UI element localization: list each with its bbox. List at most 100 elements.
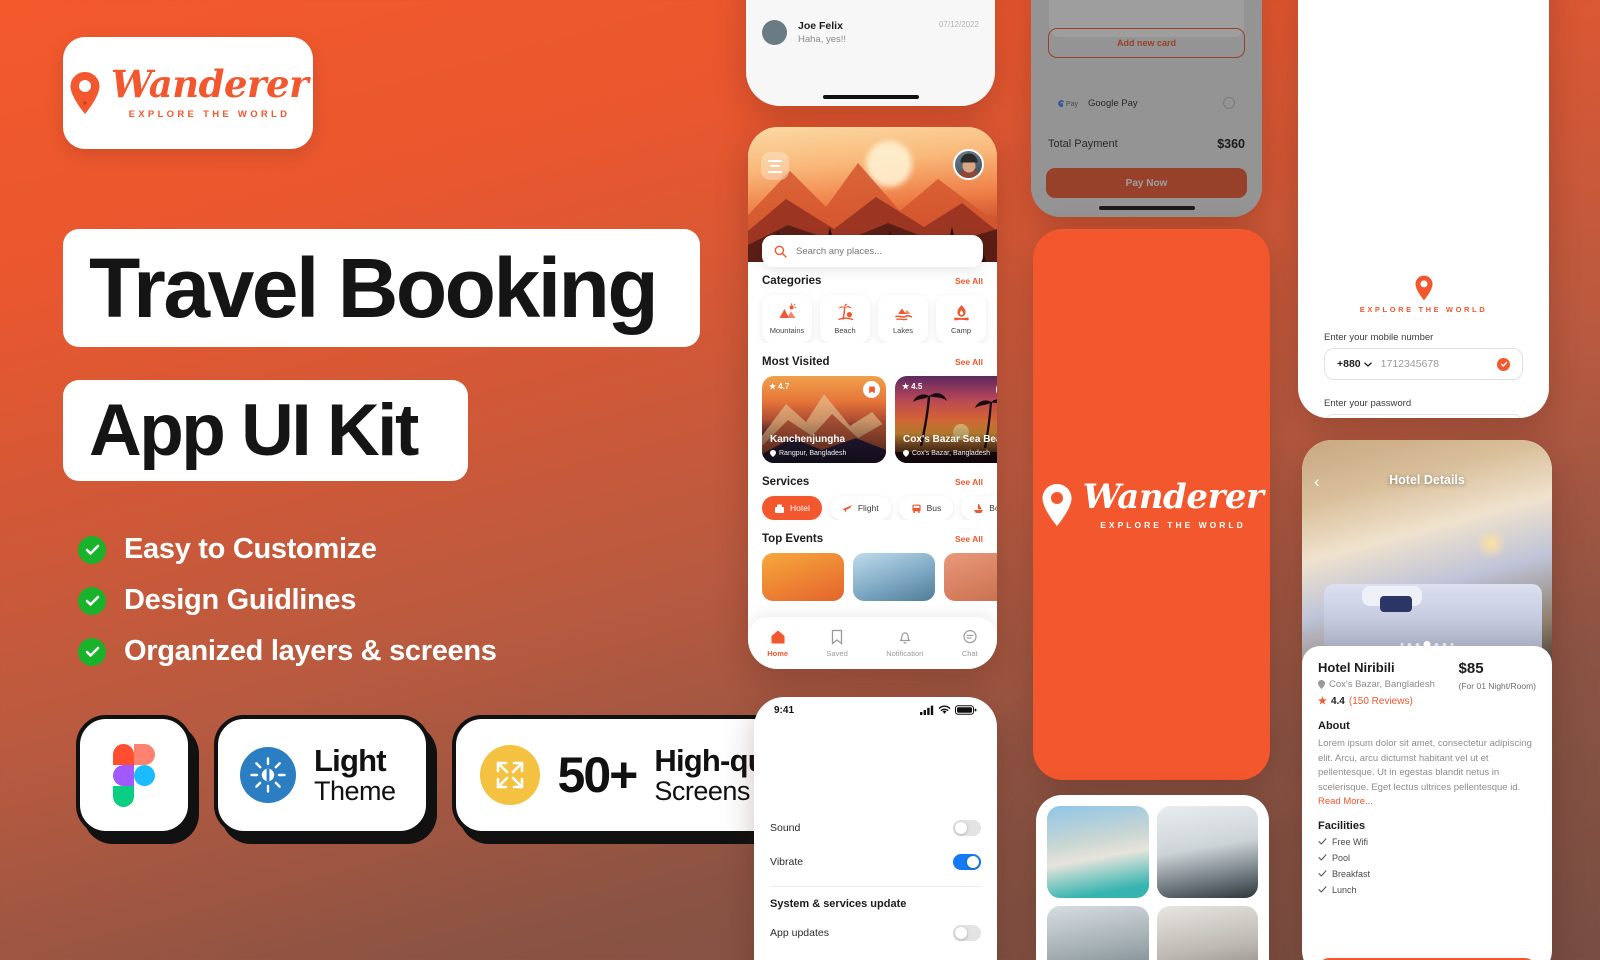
toggle-vibrate[interactable] xyxy=(953,854,981,870)
category-label: Mountains xyxy=(769,326,805,335)
sun-icon xyxy=(240,747,296,803)
facility-item: Pool xyxy=(1318,853,1536,863)
gallery-image[interactable] xyxy=(1156,806,1258,898)
setting-row-vibrate[interactable]: Vibrate xyxy=(770,845,981,879)
category-item-lakes[interactable]: Lakes xyxy=(878,295,928,343)
menu-icon[interactable] xyxy=(761,152,789,180)
home-icon xyxy=(771,630,785,643)
gallery-image[interactable] xyxy=(1047,906,1149,960)
gallery-image[interactable] xyxy=(1047,806,1149,898)
tab-label: Home xyxy=(767,648,789,658)
see-all-link[interactable]: See All xyxy=(955,357,983,367)
badge-row: Light Theme 50+ High-quality Screens xyxy=(76,715,858,835)
location-pin-icon xyxy=(68,71,102,115)
rating-badge: ★ 4.5 xyxy=(902,382,923,391)
pin-icon xyxy=(770,450,776,457)
service-chip-hotel[interactable]: Hotel xyxy=(762,496,822,520)
avatar xyxy=(762,20,787,45)
brand-tagline: EXPLORE THE WORLD xyxy=(1100,519,1246,530)
gallery-image[interactable] xyxy=(1156,906,1258,960)
place-card[interactable]: ★4.5 Cox's Bazar Sea Beach Cox's Bazar, … xyxy=(895,376,997,463)
settings-rows: Sound Vibrate System & services update A… xyxy=(754,723,997,950)
brand-logo: Wanderer EXPLORE THE WORLD xyxy=(68,66,309,120)
expand-icon xyxy=(479,745,540,805)
service-chip-boat[interactable]: Boat xyxy=(961,496,997,520)
search-input[interactable] xyxy=(796,245,971,257)
section-title: Services xyxy=(762,476,810,488)
rating-value: 4.5 xyxy=(911,382,923,391)
tab-chat[interactable]: Chat xyxy=(962,629,978,658)
search-bar[interactable] xyxy=(762,235,983,267)
service-chip-flight[interactable]: Flight xyxy=(829,496,891,520)
category-item-mountains[interactable]: Mountains xyxy=(762,295,812,343)
tab-saved[interactable]: Saved xyxy=(827,629,848,658)
setting-row-sound[interactable]: Sound xyxy=(770,811,981,845)
place-card[interactable]: ★ 4.7 Kanchenjungha Rangpur, Bangladesh xyxy=(762,376,886,463)
place-name: Cox's Bazar Sea Beach xyxy=(903,434,997,445)
mountain-icon xyxy=(779,303,796,318)
event-card[interactable] xyxy=(762,553,844,601)
event-card[interactable] xyxy=(853,553,935,601)
feature-item: Organized layers & screens xyxy=(78,635,497,668)
hotel-info-sheet: Hotel Niribili Cox's Bazar, Bangladesh $… xyxy=(1302,646,1552,895)
service-chip-bus[interactable]: Bus xyxy=(898,496,954,520)
hotel-icon xyxy=(775,504,784,513)
feature-label: Easy to Customize xyxy=(124,533,377,565)
tab-home[interactable]: Home xyxy=(767,629,788,658)
pin-icon xyxy=(903,450,909,457)
about-title: About xyxy=(1318,720,1350,732)
mobile-number-value: 1712345678 xyxy=(1380,358,1440,370)
plane-icon xyxy=(842,504,852,513)
toggle-app-updates[interactable] xyxy=(953,925,981,941)
service-label: Flight xyxy=(857,503,879,513)
bookmark-icon xyxy=(831,629,843,645)
lamp-glow xyxy=(1478,532,1504,562)
see-all-link[interactable]: See All xyxy=(955,477,983,487)
facility-item: Breakfast xyxy=(1318,869,1536,879)
categories-section-header: Categories See All xyxy=(748,275,997,287)
category-item-beach[interactable]: Beach xyxy=(820,295,870,343)
setting-row-app-updates[interactable]: App updates xyxy=(770,916,981,950)
page-title-line2: App UI Kit xyxy=(89,390,419,471)
bookmark-icon[interactable] xyxy=(863,381,880,398)
see-all-link[interactable]: See All xyxy=(955,276,983,286)
brand-tagline: EXPLORE THE WORLD xyxy=(128,109,291,120)
section-title: Most Visited xyxy=(762,356,830,368)
feature-list: Easy to Customize Design Guidlines Organ… xyxy=(78,533,497,686)
tab-notification[interactable]: Notification xyxy=(886,629,923,658)
toggle-sound[interactable] xyxy=(953,820,981,836)
brand-name: Wanderer xyxy=(1082,476,1264,517)
check-icon xyxy=(1318,886,1327,894)
mobile-number-label: Enter your mobile number xyxy=(1324,332,1434,343)
read-more-link[interactable]: Read More... xyxy=(1318,796,1536,807)
cushion-graphic xyxy=(1380,596,1412,612)
see-all-link[interactable]: See All xyxy=(955,534,983,544)
palm-icon xyxy=(837,303,853,321)
category-item-camp[interactable]: Camp xyxy=(936,295,986,343)
chat-list-item[interactable]: Joe Felix Haha, yes!! 07/12/2022 xyxy=(746,6,995,45)
screen-title: Hotel Details xyxy=(1389,473,1465,487)
mobile-number-field[interactable]: +880 1712345678 xyxy=(1324,348,1523,380)
place-card-list: ★ 4.7 Kanchenjungha Rangpur, Bangladesh ★… xyxy=(748,368,997,463)
place-name: Kanchenjungha xyxy=(770,434,846,445)
battery-icon xyxy=(955,705,977,715)
check-icon xyxy=(78,586,106,615)
country-code-select[interactable]: +880 xyxy=(1337,358,1372,370)
check-icon xyxy=(1318,854,1327,862)
avatar[interactable] xyxy=(953,149,984,180)
services-section-header: Services See All xyxy=(748,476,997,488)
password-field[interactable]: * * * * * * * * * * * * * xyxy=(1324,414,1523,418)
password-label: Enter your password xyxy=(1324,398,1412,409)
gallery-screen-mockup xyxy=(1036,795,1269,960)
light-theme-badge: Light Theme xyxy=(214,715,430,835)
facility-item: Free Wifi xyxy=(1318,837,1536,847)
event-card[interactable] xyxy=(944,553,997,601)
chat-date: 07/12/2022 xyxy=(938,20,979,29)
pin-icon xyxy=(1318,680,1325,689)
feature-item: Design Guidlines xyxy=(78,584,497,617)
payment-screen-mockup: Add new card Pay Google Pay Total Paymen… xyxy=(1031,0,1262,217)
hotel-title-row: Hotel Niribili Cox's Bazar, Bangladesh $… xyxy=(1318,660,1536,691)
hotel-photo: ‹ Hotel Details xyxy=(1302,440,1552,664)
tab-label: Notification xyxy=(886,648,924,658)
hotel-price-note: (For 01 Night/Room) xyxy=(1458,681,1536,691)
